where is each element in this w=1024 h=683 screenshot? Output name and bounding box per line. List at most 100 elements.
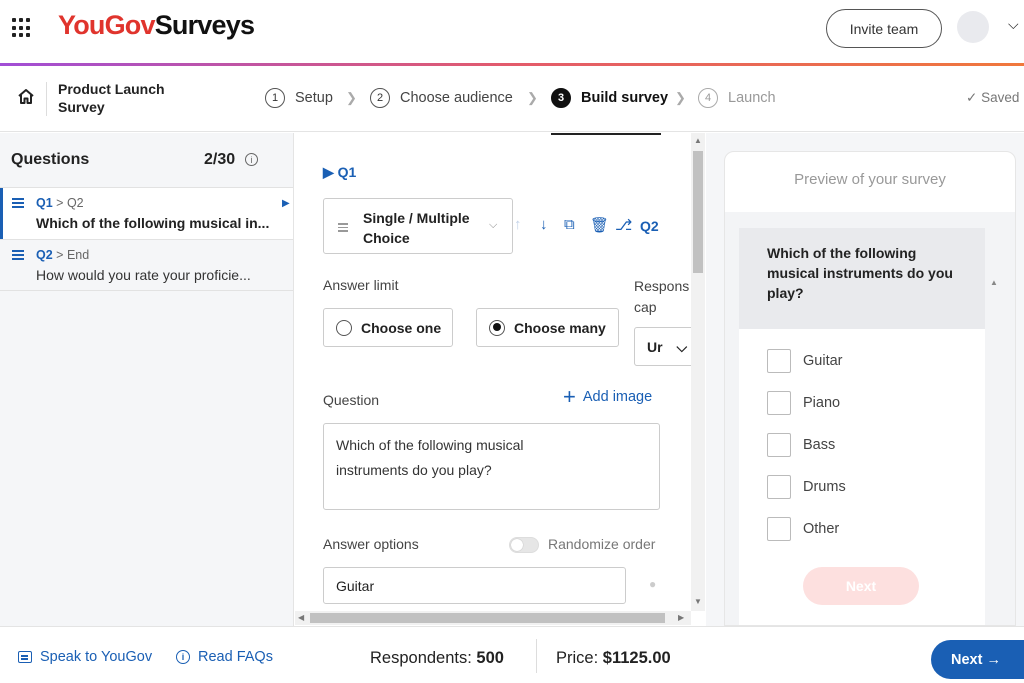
project-title: Product Launch Survey: [58, 81, 165, 115]
preview-viewport: Which of the following musical instrumen…: [725, 212, 1015, 625]
question-text: Which of the following musical in...: [36, 215, 270, 231]
account-chevron-down-icon[interactable]: ⌵: [1008, 16, 1019, 33]
step-number: 2: [370, 88, 390, 108]
question-route-target: > End: [56, 248, 90, 262]
list-icon: [338, 223, 348, 234]
question-header[interactable]: ▶ Q1: [323, 164, 356, 181]
editor-vertical-scrollbar[interactable]: ▲ ▼: [691, 133, 705, 611]
choose-many-radio[interactable]: Choose many: [476, 308, 619, 347]
add-image-button[interactable]: + Add image: [563, 386, 653, 408]
preview-option[interactable]: Bass: [767, 433, 835, 457]
preview-next-button[interactable]: Next: [803, 567, 919, 605]
step-label: Build survey: [581, 90, 669, 106]
read-faqs-link[interactable]: i Read FAQs: [176, 649, 273, 665]
step-launch[interactable]: 4 Launch: [698, 88, 776, 108]
read-faqs-label: Read FAQs: [198, 649, 273, 665]
question-id: Q1: [36, 196, 53, 210]
list-icon: [12, 250, 24, 260]
next-button[interactable]: Next →: [931, 640, 1024, 679]
preview-survey: Which of the following musical instrumen…: [739, 228, 985, 625]
footer-divider: [536, 639, 537, 673]
scroll-up-arrow-icon[interactable]: ▲: [694, 136, 702, 145]
scroll-right-arrow-icon[interactable]: ▶: [678, 613, 684, 622]
speak-to-yougov-link[interactable]: Speak to YouGov: [18, 649, 152, 665]
move-down-icon[interactable]: ↓: [540, 216, 548, 233]
question-route-target: > Q2: [56, 196, 84, 210]
move-up-icon[interactable]: ↑: [514, 216, 522, 233]
invite-team-button[interactable]: Invite team: [826, 9, 942, 48]
question-list-item-q1[interactable]: Q1 > Q2 Which of the following musical i…: [0, 187, 293, 240]
question-list-item-q2[interactable]: Q2 > End How would you rate your profici…: [0, 239, 293, 291]
question-textarea-value: Which of the following musical instrumen…: [336, 437, 524, 478]
scrollbar-thumb[interactable]: [693, 151, 703, 273]
user-avatar[interactable]: [957, 11, 989, 43]
delete-trash-icon[interactable]: 🗑︎: [590, 216, 609, 234]
preview-option[interactable]: Drums: [767, 475, 846, 499]
drag-handle-icon[interactable]: ●: [649, 577, 656, 591]
preview-option[interactable]: Piano: [767, 391, 840, 415]
answer-limit-label: Answer limit: [323, 277, 399, 293]
editor-horizontal-scrollbar[interactable]: ◀ ▶: [295, 611, 691, 625]
preview-option-label: Piano: [803, 395, 841, 411]
scroll-down-arrow-icon[interactable]: ▼: [694, 597, 702, 606]
branch-logic-icon[interactable]: ⎇: [615, 216, 632, 234]
home-icon[interactable]: [16, 87, 36, 107]
choose-one-label: Choose one: [361, 319, 442, 336]
price-summary: Price: $1125.00: [556, 649, 671, 668]
questions-sidebar: Questions 2/30 i Q1 > Q2 Which of the fo…: [0, 133, 294, 626]
step-label: Choose audience: [400, 90, 513, 106]
app-grid-icon[interactable]: [12, 18, 32, 38]
radio-selected-icon: [489, 319, 505, 336]
add-image-label: Add image: [582, 389, 653, 405]
response-cap-label: Respons cap: [634, 278, 690, 315]
step-choose-audience[interactable]: 2 Choose audience: [370, 88, 513, 108]
preview-option[interactable]: Other: [767, 517, 839, 541]
answer-option-input[interactable]: Guitar: [323, 567, 626, 604]
saved-status-label: Saved: [981, 90, 1020, 105]
chat-icon: [18, 651, 32, 663]
step-build-survey[interactable]: 3 Build survey: [551, 88, 668, 108]
question-id: Q2: [36, 248, 53, 262]
questions-title: Questions: [11, 151, 90, 168]
questions-sidebar-header: Questions 2/30 i: [0, 133, 293, 187]
question-route: Q2 > End: [36, 248, 89, 262]
scroll-up-arrow-icon[interactable]: ▲: [990, 278, 998, 287]
question-type-label: Single / Multiple Choice: [363, 210, 470, 246]
scroll-left-arrow-icon[interactable]: ◀: [298, 613, 304, 622]
logo-yougov-text: YouGov: [58, 10, 156, 40]
chevron-right-icon: ❯: [527, 90, 538, 105]
radio-circle-icon: [336, 319, 352, 336]
info-icon[interactable]: i: [245, 153, 258, 166]
response-cap-select[interactable]: Ur ⌵: [634, 327, 691, 366]
question-route: Q1 > Q2: [36, 196, 84, 210]
checkbox[interactable]: [767, 475, 791, 499]
preview-scrollbar[interactable]: ▲: [987, 272, 1001, 625]
preview-option-label: Drums: [803, 479, 846, 495]
checkbox[interactable]: [767, 433, 791, 457]
check-icon: ✓: [966, 90, 978, 105]
response-cap-value: Ur: [647, 339, 663, 355]
logo-surveys-text: Surveys: [154, 10, 255, 40]
respondents-label: Respondents:: [370, 649, 472, 667]
choose-many-label: Choose many: [514, 319, 606, 336]
yougov-logo[interactable]: YouGovSurveys: [58, 10, 255, 41]
duplicate-icon[interactable]: ⧉: [564, 216, 575, 233]
question-textarea[interactable]: Which of the following musical instrumen…: [323, 423, 660, 510]
preview-option[interactable]: Guitar: [767, 349, 843, 373]
checkbox[interactable]: [767, 349, 791, 373]
checkbox[interactable]: [767, 391, 791, 415]
project-bar: Product Launch Survey 1 Setup ❯ 2 Choose…: [0, 66, 1024, 132]
answer-options-label: Answer options: [323, 536, 419, 552]
question-editor: ▶ Q1 Single / Multiple Choice ⌵ ↑ ↓ ⧉ 🗑︎…: [295, 133, 691, 611]
next-question-link[interactable]: Q2: [640, 218, 659, 234]
checkbox[interactable]: [767, 517, 791, 541]
chevron-down-icon: ⌵: [489, 219, 498, 231]
choose-one-radio[interactable]: Choose one: [323, 308, 453, 347]
step-setup[interactable]: 1 Setup: [265, 88, 333, 108]
arrow-right-icon: →: [986, 651, 1001, 668]
scrollbar-thumb[interactable]: [310, 613, 665, 623]
randomize-order-toggle[interactable]: [509, 537, 539, 553]
price-value: $1125.00: [602, 649, 671, 667]
question-type-select[interactable]: Single / Multiple Choice ⌵: [323, 198, 513, 254]
chevron-down-icon: ⌵: [676, 339, 688, 355]
